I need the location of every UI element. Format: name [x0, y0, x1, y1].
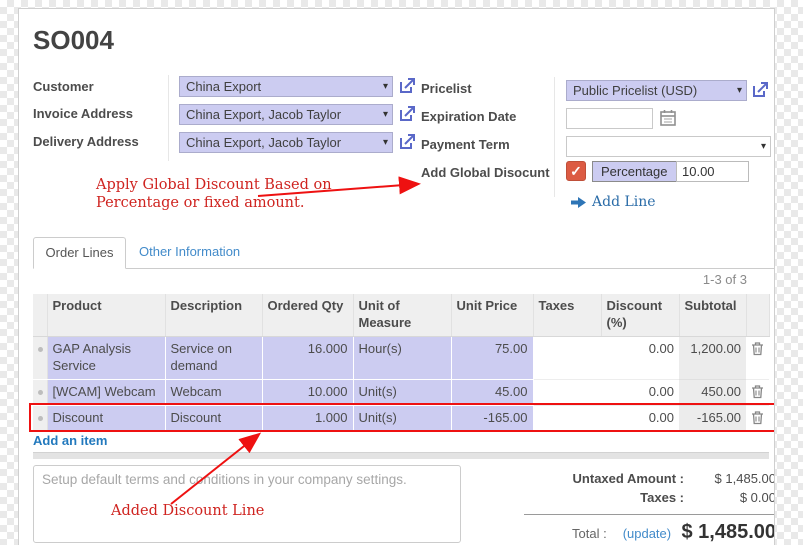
col-unit-price[interactable]: Unit Price	[451, 294, 533, 336]
chevron-down-icon: ▾	[737, 85, 742, 96]
total-label: Total :	[572, 526, 607, 541]
cell-product[interactable]: GAP Analysis Service	[47, 336, 165, 379]
chevron-down-icon: ▾	[383, 81, 388, 92]
untaxed-amount-value: $ 1,485.00	[698, 470, 775, 488]
taxes-value: $ 0.00	[698, 489, 775, 507]
cell-taxes[interactable]	[533, 405, 601, 431]
order-lines-table: Product Description Ordered Qty Unit of …	[33, 294, 770, 432]
delivery-address-label: Delivery Address	[33, 134, 139, 149]
customer-external-link-icon[interactable]	[399, 77, 416, 94]
delivery-address-select[interactable]: China Export, Jacob Taylor ▾	[179, 132, 393, 153]
cell-product[interactable]: [WCAM] Webcam	[47, 379, 165, 405]
cell-qty[interactable]: 10.000	[262, 379, 353, 405]
right-group-separator	[554, 77, 555, 197]
discount-amount-input[interactable]	[676, 161, 749, 182]
expiration-date-label: Expiration Date	[421, 109, 516, 124]
col-unit-of-measure[interactable]: Unit of Measure	[353, 294, 451, 336]
add-line-label: Add Line	[592, 194, 656, 210]
cell-taxes[interactable]	[533, 336, 601, 379]
cell-uom[interactable]: Unit(s)	[353, 379, 451, 405]
global-discount-annotation: Apply Global Discount Based on Percentag…	[96, 176, 332, 212]
discount-type-value: Percentage	[593, 162, 676, 181]
handle-column-header	[33, 294, 47, 336]
chevron-down-icon: ▾	[761, 141, 766, 152]
customer-value: China Export	[186, 79, 379, 94]
added-discount-annotation: Added Discount Line	[111, 502, 264, 520]
tab-order-lines[interactable]: Order Lines	[33, 237, 126, 269]
right-arrow-icon	[571, 197, 586, 208]
update-total-link[interactable]: (update)	[623, 526, 671, 541]
cell-subtotal: 1,200.00	[679, 336, 746, 379]
global-discount-checkbox[interactable]: ✓	[566, 161, 586, 181]
chevron-down-icon: ▾	[383, 109, 388, 120]
payment-term-select[interactable]: ▾	[566, 136, 771, 157]
cell-description[interactable]: Service on demand	[165, 336, 262, 379]
pricelist-select[interactable]: Public Pricelist (USD) ▾	[566, 80, 747, 101]
delete-row-icon[interactable]	[751, 341, 764, 359]
add-an-item-link[interactable]: Add an item	[33, 433, 107, 448]
chevron-down-icon: ▾	[383, 137, 388, 148]
cell-description[interactable]: Discount	[165, 405, 262, 431]
invoice-address-label: Invoice Address	[33, 106, 133, 121]
invoice-address-value: China Export, Jacob Taylor	[186, 107, 379, 122]
cell-discount[interactable]: 0.00	[601, 336, 679, 379]
cell-subtotal: 450.00	[679, 379, 746, 405]
cell-taxes[interactable]	[533, 379, 601, 405]
drag-handle-icon[interactable]	[33, 405, 47, 431]
checkmark-icon: ✓	[570, 163, 582, 180]
col-taxes[interactable]: Taxes	[533, 294, 601, 336]
col-subtotal[interactable]: Subtotal	[679, 294, 746, 336]
drag-handle-icon[interactable]	[33, 336, 47, 379]
totals-panel: Untaxed Amount : $ 1,485.00 Taxes : $ 0.…	[524, 470, 775, 544]
total-value: $ 1,485.00	[671, 521, 775, 544]
cell-discount[interactable]: 0.00	[601, 405, 679, 431]
add-global-discount-label: Add Global Disocunt	[421, 165, 550, 180]
sale-order-form: SO004 Customer Invoice Address Delivery …	[18, 8, 775, 545]
col-ordered-qty[interactable]: Ordered Qty	[262, 294, 353, 336]
table-header-row: Product Description Ordered Qty Unit of …	[33, 294, 769, 336]
totals-divider	[524, 514, 775, 515]
payment-term-label: Payment Term	[421, 137, 510, 152]
customer-label: Customer	[33, 79, 94, 94]
invoice-address-external-link-icon[interactable]	[399, 105, 416, 122]
expiration-date-input[interactable]	[566, 108, 653, 129]
tab-other-information[interactable]: Other Information	[129, 237, 250, 269]
cell-discount[interactable]: 0.00	[601, 379, 679, 405]
cell-price[interactable]: 75.00	[451, 336, 533, 379]
table-row[interactable]: GAP Analysis Service Service on demand 1…	[33, 336, 769, 379]
list-resize-bar[interactable]	[33, 452, 769, 459]
cell-price[interactable]: 45.00	[451, 379, 533, 405]
cell-price[interactable]: -165.00	[451, 405, 533, 431]
cell-uom[interactable]: Hour(s)	[353, 336, 451, 379]
customer-select[interactable]: China Export ▾	[179, 76, 393, 97]
delivery-address-external-link-icon[interactable]	[399, 133, 416, 150]
col-product[interactable]: Product	[47, 294, 165, 336]
pricelist-external-link-icon[interactable]	[752, 81, 769, 98]
table-row[interactable]: [WCAM] Webcam Webcam 10.000 Unit(s) 45.0…	[33, 379, 769, 405]
cell-subtotal: -165.00	[679, 405, 746, 431]
col-discount[interactable]: Discount (%)	[601, 294, 679, 336]
drag-handle-icon[interactable]	[33, 379, 47, 405]
add-line-button[interactable]: Add Line	[571, 194, 656, 210]
left-group-separator	[168, 75, 169, 161]
actions-column-header	[746, 294, 769, 336]
cell-qty[interactable]: 1.000	[262, 405, 353, 431]
cell-uom[interactable]: Unit(s)	[353, 405, 451, 431]
invoice-address-select[interactable]: China Export, Jacob Taylor ▾	[179, 104, 393, 125]
delete-row-icon[interactable]	[751, 410, 764, 428]
cell-description[interactable]: Webcam	[165, 379, 262, 405]
cell-product[interactable]: Discount	[47, 405, 165, 431]
pricelist-label: Pricelist	[421, 81, 472, 96]
pricelist-value: Public Pricelist (USD)	[573, 83, 733, 98]
pager[interactable]: 1-3 of 3	[619, 272, 747, 287]
delivery-address-value: China Export, Jacob Taylor	[186, 135, 379, 150]
table-row-discount[interactable]: Discount Discount 1.000 Unit(s) -165.00 …	[33, 405, 769, 431]
untaxed-amount-label: Untaxed Amount :	[524, 470, 698, 488]
page-title: SO004	[33, 25, 114, 56]
cell-qty[interactable]: 16.000	[262, 336, 353, 379]
taxes-label: Taxes :	[524, 489, 698, 507]
calendar-icon[interactable]	[660, 109, 676, 129]
col-description[interactable]: Description	[165, 294, 262, 336]
delete-row-icon[interactable]	[751, 384, 764, 402]
